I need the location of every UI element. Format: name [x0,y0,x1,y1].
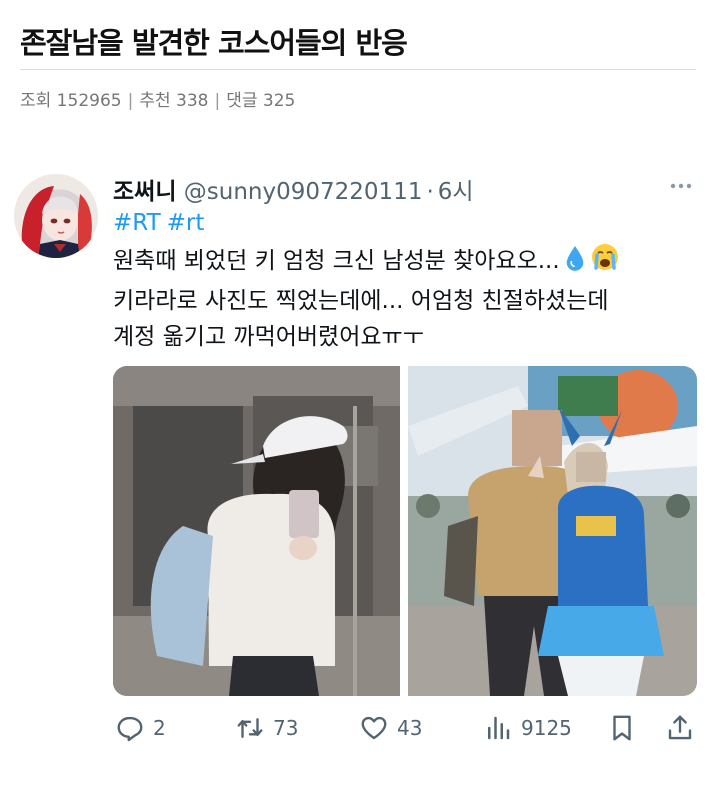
retweet-button[interactable]: 73 [235,708,298,748]
share-icon [665,713,695,743]
post-meta: 조회 152965 | 추천 338 | 댓글 325 [20,86,295,111]
tweet-text: 원축때 뵈었던 키 엄청 크신 남성분 찾아요오... 키라라로 사진도 찍었는… [113,242,703,355]
user-handle[interactable]: @sunny0907220111 [184,179,423,205]
tweet-line: 계정 옮기고 까먹어버렸어요ㅠㅜ [113,324,424,350]
mirror-selfie-image [113,366,400,696]
share-button[interactable] [665,708,695,748]
display-name[interactable]: 조써니 [113,179,176,205]
page-title: 존잘남을 발견한 코스어들의 반응 [20,26,408,60]
title-divider [20,69,696,70]
like-button[interactable]: 43 [359,708,422,748]
tweet-line: 원축때 뵈었던 키 엄청 크신 남성분 찾아요오... [113,242,703,283]
like-icon [359,713,389,743]
recommend-count: 추천 338 [139,91,209,111]
reply-count: 2 [153,716,166,740]
hashtag-list: #RT #rt [113,210,210,236]
tweet-photo[interactable] [408,366,697,696]
retweet-icon [235,713,265,743]
views-icon [483,713,513,743]
tweet-time[interactable]: 6시 [438,179,474,205]
meta-separator: | [127,91,134,111]
crying-face-emoji-icon [590,242,620,283]
view-count: 조회 152965 [20,91,122,111]
tweet-actions: 2 73 43 9125 [113,708,697,748]
droplet-emoji-icon [564,244,586,283]
retweet-count: 73 [273,716,299,740]
cosplay-photo-image [408,366,697,696]
like-count: 43 [397,716,423,740]
views-button[interactable]: 9125 [483,708,572,748]
reply-button[interactable]: 2 [115,708,166,748]
tweet-photo[interactable] [113,366,400,696]
hashtag-link[interactable]: #RT [113,210,161,236]
tweet-line-text: 원축때 뵈었던 키 엄청 크신 남성분 찾아요오... [113,248,560,274]
tweet-line: 키라라로 사진도 찍었는데에... 어엄청 친절하셨는데 [113,288,609,314]
avatar[interactable] [14,174,98,258]
bookmark-button[interactable] [607,708,637,748]
header-dot: · [426,179,434,205]
avatar-image [14,174,98,258]
comment-count: 댓글 325 [226,91,296,111]
reply-icon [115,713,145,743]
bookmark-icon [607,713,637,743]
hashtag-link[interactable]: #rt [167,210,205,236]
views-count: 9125 [521,716,572,740]
tweet-header: 조써니 @sunny0907220111 · 6시 [113,172,474,206]
more-icon[interactable] [666,176,696,196]
tweet-media [113,366,697,696]
meta-separator: | [214,91,221,111]
